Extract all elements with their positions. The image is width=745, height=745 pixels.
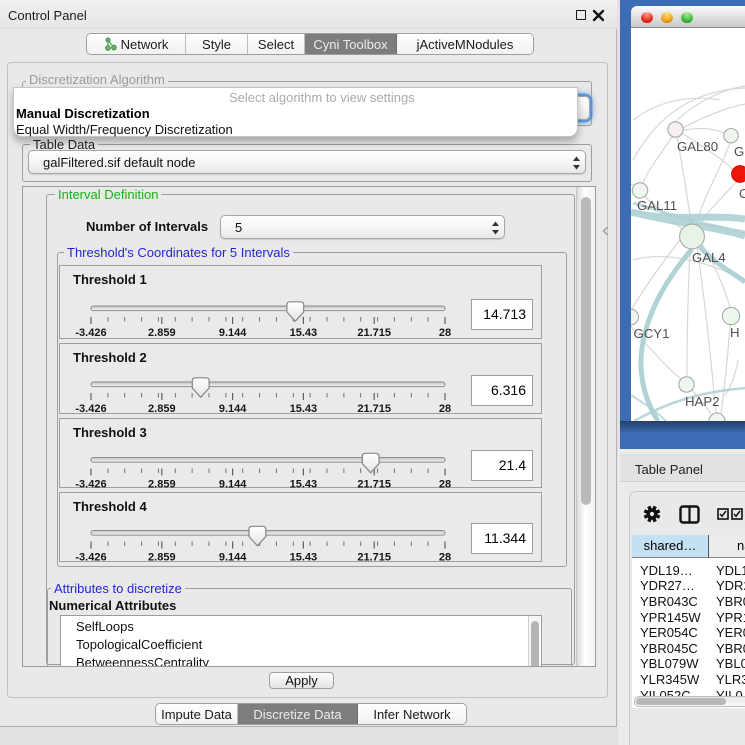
svg-text:2.859: 2.859 — [148, 479, 176, 490]
svg-text:15.43: 15.43 — [290, 479, 318, 490]
svg-text:28: 28 — [439, 552, 451, 564]
svg-text:GAL11: GAL11 — [637, 198, 677, 213]
svg-text:28: 28 — [439, 327, 451, 339]
svg-text:15.43: 15.43 — [290, 403, 318, 415]
svg-text:21.715: 21.715 — [357, 479, 391, 490]
svg-text:G.: G. — [734, 144, 745, 159]
svg-text:21.715: 21.715 — [357, 403, 391, 415]
svg-text:9.144: 9.144 — [219, 479, 247, 490]
svg-text:2.859: 2.859 — [148, 327, 176, 339]
svg-text:15.43: 15.43 — [290, 552, 318, 564]
svg-text:2.859: 2.859 — [148, 552, 176, 564]
svg-text:GCY1: GCY1 — [634, 326, 670, 341]
svg-text:9.144: 9.144 — [219, 552, 247, 564]
svg-text:28: 28 — [439, 479, 451, 490]
svg-text:GAL80: GAL80 — [677, 139, 718, 154]
svg-text:9.144: 9.144 — [219, 327, 247, 339]
svg-text:15.43: 15.43 — [290, 327, 318, 339]
svg-text:21.715: 21.715 — [357, 327, 391, 339]
svg-text:-3.426: -3.426 — [75, 327, 106, 339]
svg-text:2.859: 2.859 — [148, 403, 176, 415]
svg-text:9.144: 9.144 — [219, 403, 247, 415]
svg-text:GAL4: GAL4 — [692, 250, 726, 265]
svg-text:-3.426: -3.426 — [75, 403, 106, 415]
svg-text:C: C — [739, 186, 745, 201]
svg-text:28: 28 — [439, 403, 451, 415]
svg-text:21.715: 21.715 — [357, 552, 391, 564]
svg-text:HAP2: HAP2 — [685, 394, 719, 409]
svg-text:-3.426: -3.426 — [75, 479, 106, 490]
svg-text:-3.426: -3.426 — [75, 552, 106, 564]
svg-text:H: H — [730, 325, 740, 340]
